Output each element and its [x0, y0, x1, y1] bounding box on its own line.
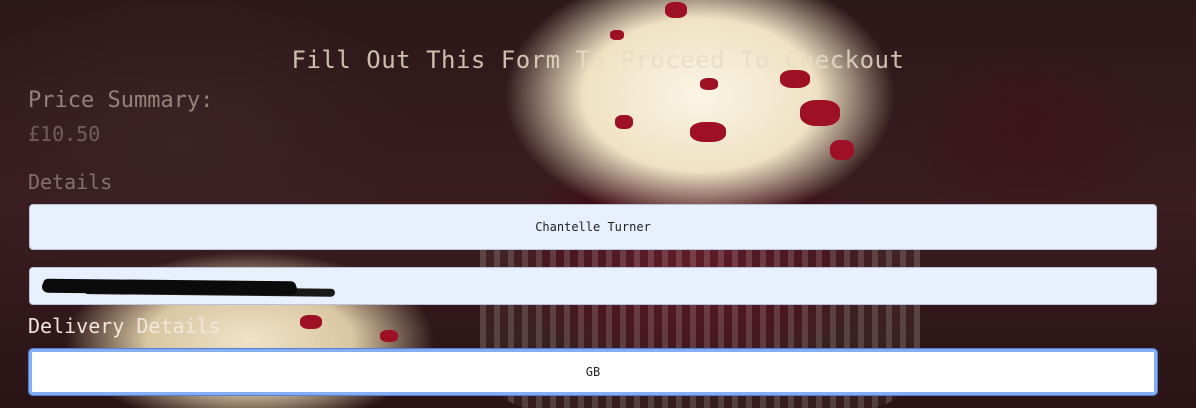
delivery-details-heading: Delivery Details [28, 314, 221, 338]
country-field[interactable] [29, 349, 1157, 395]
price-summary-value: £10.50 [28, 122, 101, 146]
details-heading: Details [28, 170, 113, 194]
name-field[interactable] [29, 204, 1157, 250]
page-title: Fill Out This Form To Proceed To Checkou… [291, 46, 905, 74]
price-summary-label: Price Summary: [28, 88, 214, 113]
checkout-form: Fill Out This Form To Proceed To Checkou… [0, 0, 1196, 408]
